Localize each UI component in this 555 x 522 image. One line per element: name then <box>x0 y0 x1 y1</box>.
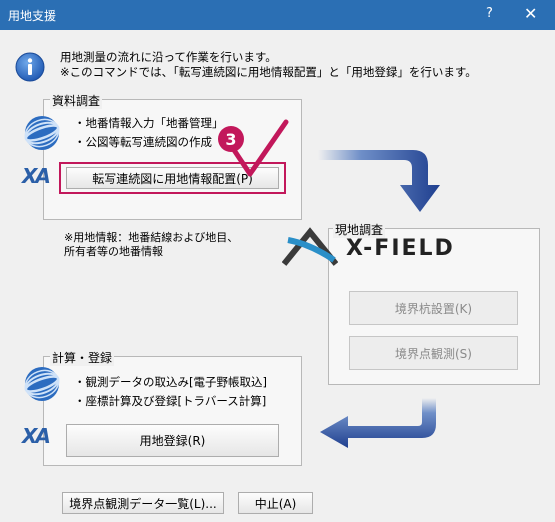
info-icon <box>15 52 45 82</box>
shiryou-bullet-2: ・公図等転写連続図の作成 <box>74 135 212 149</box>
help-button[interactable]: ? <box>486 6 493 21</box>
intro-line-2: ※このコマンドでは、「転写連続図に用地情報配置」と「用地登録」を行います。 <box>60 65 477 79</box>
shiryou-bullet-1: ・地番情報入力「地番管理」 <box>74 116 219 130</box>
note-text: ※用地情報：地番結線および地目、 所有者等の地番情報 <box>64 231 238 259</box>
intro-line-1: 用地測量の流れに沿って作業を行います。 <box>60 50 277 64</box>
cancel-button[interactable]: 中止(A) <box>238 492 313 514</box>
shiryou-bullets: ・地番情報入力「地番管理」 ・公図等転写連続図の作成 <box>74 114 219 152</box>
keisan-bullet-2: ・座標計算及び登録[トラバース計算] <box>74 394 267 408</box>
intro-text: 用地測量の流れに沿って作業を行います。 ※このコマンドでは、「転写連続図に用地情… <box>60 50 477 80</box>
flow-arrow-left-icon <box>320 398 436 448</box>
yochi-touroku-button[interactable]: 用地登録(R) <box>66 424 279 457</box>
globe-icon <box>24 367 60 401</box>
checkmark-icon <box>231 119 289 177</box>
close-button[interactable]: ✕ <box>524 4 537 23</box>
note-line-1: ※用地情報：地番結線および地目、 <box>64 231 239 244</box>
window-title: 用地支援 <box>8 9 57 23</box>
keisan-bullet-1: ・観測データの取込み[電子野帳取込] <box>74 375 267 389</box>
note-line-2: 所有者等の地番情報 <box>64 245 163 258</box>
xa-logo: XA <box>22 164 51 188</box>
kyoukaiten-data-list-button[interactable]: 境界点観測データ一覧(L)... <box>62 492 224 514</box>
group-shiryou-title: 資料調査 <box>50 92 103 109</box>
kyoukaikui-setchi-button[interactable]: 境界杭設置(K) <box>349 291 518 325</box>
x-field-logo-icon <box>282 227 338 266</box>
flow-arrow-down-icon <box>318 150 440 212</box>
yochi-shien-dialog: 用地支援 ? ✕ 用地測量の流れに沿って作業を行います。 ※このコマンドでは、「… <box>0 0 555 522</box>
keisan-bullets: ・観測データの取込み[電子野帳取込] ・座標計算及び登録[トラバース計算] <box>74 373 294 411</box>
kyoukaiten-kansoku-button[interactable]: 境界点観測(S) <box>349 336 518 370</box>
title-bar: 用地支援 ? ✕ <box>0 0 555 30</box>
xa-logo: XA <box>22 424 51 448</box>
globe-icon <box>24 116 60 150</box>
x-field-logo: X-FIELD <box>346 236 455 261</box>
